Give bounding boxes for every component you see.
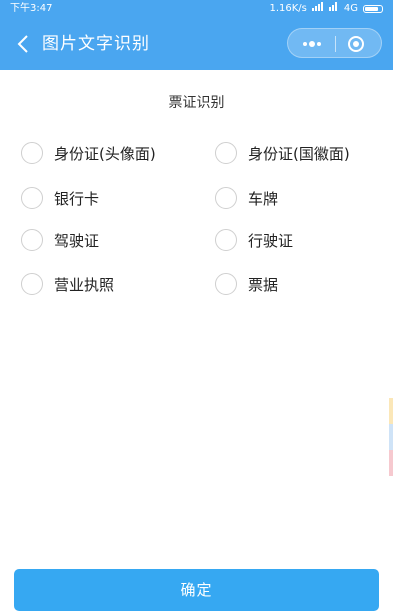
close-miniprogram-icon[interactable] <box>345 33 367 55</box>
status-bar: 下午3:47 1.16K/s 4G <box>0 0 393 18</box>
option-label: 身份证(国徽面) <box>248 144 350 163</box>
status-indicators: 1.16K/s 4G <box>269 0 383 18</box>
radio-unchecked[interactable] <box>215 229 237 251</box>
radio-unchecked[interactable] <box>215 187 237 209</box>
radio-unchecked[interactable] <box>21 273 43 295</box>
option-license-plate[interactable]: 车牌 <box>215 185 278 211</box>
option-vehicle-license[interactable]: 行驶证 <box>215 227 293 253</box>
option-label: 驾驶证 <box>54 231 100 250</box>
radio-unchecked[interactable] <box>21 229 43 251</box>
option-label: 车牌 <box>248 189 279 208</box>
radio-checked[interactable] <box>21 142 43 164</box>
cell-signal-icon <box>328 0 339 18</box>
option-id-card-front[interactable]: 身份证(头像面) <box>21 140 156 166</box>
option-label: 银行卡 <box>54 189 100 208</box>
nav-bar: 图片文字识别 <box>0 18 393 70</box>
option-label: 身份证(头像面) <box>54 144 156 163</box>
page-title: 图片文字识别 <box>42 34 150 54</box>
radio-unchecked[interactable] <box>21 187 43 209</box>
option-driver-license[interactable]: 驾驶证 <box>21 227 99 253</box>
option-bank-card[interactable]: 银行卡 <box>21 185 99 211</box>
net-speed: 1.16K/s <box>269 3 307 14</box>
battery-icon <box>363 5 383 13</box>
option-label: 票据 <box>248 275 279 294</box>
network-type: 4G <box>343 3 358 14</box>
option-id-card-back[interactable]: 身份证(国徽面) <box>215 140 350 166</box>
option-label: 营业执照 <box>54 275 115 294</box>
side-strip-yellow <box>389 398 393 424</box>
section-title: 票证识别 <box>168 95 225 111</box>
wifi-signal-icon <box>311 0 324 18</box>
miniprogram-capsule <box>287 28 382 58</box>
option-receipt[interactable]: 票据 <box>215 271 278 297</box>
confirm-button[interactable]: 确定 <box>14 569 379 611</box>
side-strip-pink <box>389 450 393 476</box>
more-icon[interactable] <box>299 35 325 53</box>
radio-unchecked[interactable] <box>215 142 237 164</box>
option-label: 行驶证 <box>248 231 294 250</box>
capsule-divider <box>335 36 336 52</box>
side-strip-blue <box>389 424 393 450</box>
screen: 下午3:47 1.16K/s 4G 图片文字识别 票证识别 身份证(头像面) 身… <box>0 0 393 616</box>
header: 下午3:47 1.16K/s 4G 图片文字识别 <box>0 0 393 70</box>
back-arrow-icon[interactable] <box>12 30 36 58</box>
option-business-license[interactable]: 营业执照 <box>21 271 114 297</box>
status-time: 下午3:47 <box>10 3 53 14</box>
radio-unchecked[interactable] <box>215 273 237 295</box>
